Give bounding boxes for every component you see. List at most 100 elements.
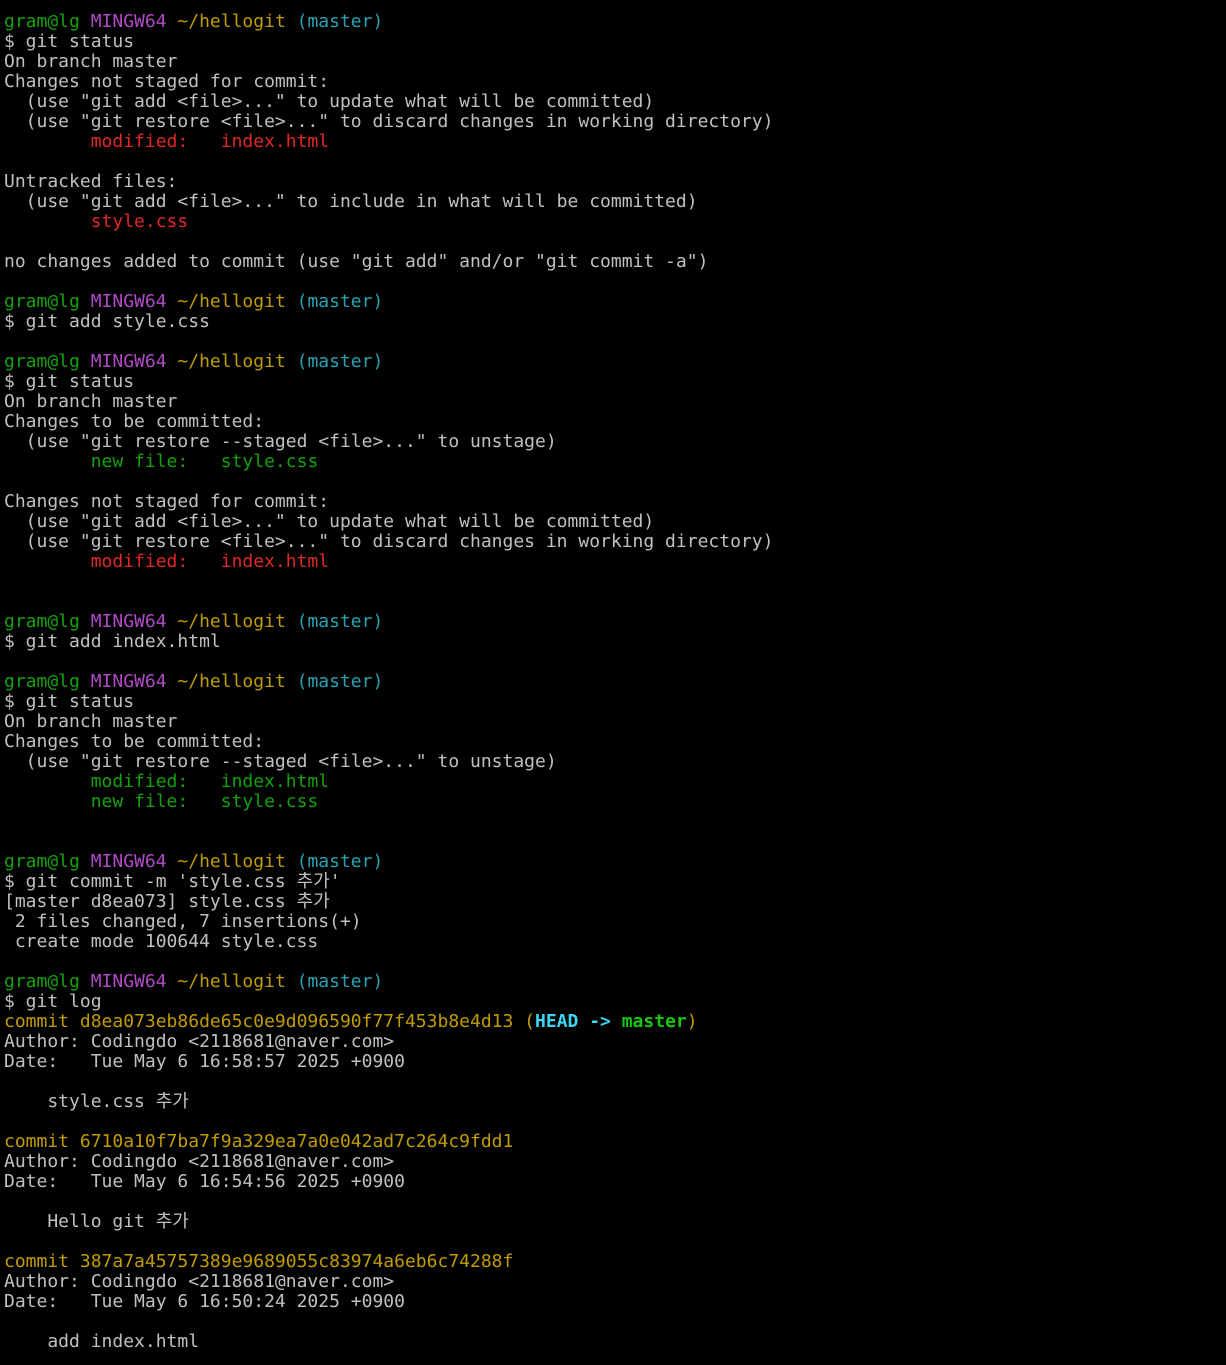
terminal-line: $ git status	[4, 692, 1226, 712]
terminal-line: 2 files changed, 7 insertions(+)	[4, 912, 1226, 932]
terminal-text-segment: (use "git add <file>..." to update what …	[4, 512, 655, 532]
terminal-line: $ git log	[4, 992, 1226, 1012]
terminal-text-segment: (master)	[296, 972, 384, 992]
terminal-text-segment: (use "git restore --staged <file>..." to…	[4, 752, 557, 772]
terminal-text-segment: master	[621, 1012, 687, 1032]
terminal-line: (use "git restore --staged <file>..." to…	[4, 432, 1226, 452]
terminal-line: commit 387a7a45757389e9689055c83974a6eb6…	[4, 1252, 1226, 1272]
terminal-line: style.css	[4, 212, 1226, 232]
terminal-text-segment: On branch master	[4, 392, 178, 412]
terminal-text-segment: Changes to be committed:	[4, 412, 265, 432]
terminal-line: Changes not staged for commit:	[4, 492, 1226, 512]
terminal-line: Date: Tue May 6 16:58:57 2025 +0900	[4, 1052, 1226, 1072]
terminal-line: Author: Codingdo <2118681@naver.com>	[4, 1272, 1226, 1292]
terminal-text-segment: Changes not staged for commit:	[4, 492, 330, 512]
terminal-text-segment: (master)	[296, 292, 384, 312]
terminal-text-segment: gram@lg	[4, 852, 91, 872]
terminal-line: Untracked files:	[4, 172, 1226, 192]
terminal-text-segment: On branch master	[4, 52, 178, 72]
terminal-text-segment: HEAD ->	[535, 1012, 622, 1032]
terminal-text-segment: On branch master	[4, 712, 178, 732]
terminal-line: gram@lg MINGW64 ~/hellogit (master)	[4, 972, 1226, 992]
terminal-line: (use "git restore <file>..." to discard …	[4, 112, 1226, 132]
terminal-text-segment: (master)	[296, 612, 384, 632]
terminal-line: no changes added to commit (use "git add…	[4, 252, 1226, 272]
terminal-text-segment: [master d8ea073] style.css 추가	[4, 892, 330, 912]
terminal-text-segment: MINGW64	[90, 672, 178, 692]
terminal-line: gram@lg MINGW64 ~/hellogit (master)	[4, 672, 1226, 692]
terminal-text-segment: ~/hellogit	[177, 352, 297, 372]
terminal-text-segment: (master)	[296, 352, 384, 372]
terminal-line: new file: style.css	[4, 792, 1226, 812]
terminal-text-segment: Hello git 추가	[4, 1212, 189, 1232]
terminal-text-segment: style.css	[90, 212, 189, 232]
terminal-window[interactable]: gram@lg MINGW64 ~/hellogit (master) $ git…	[0, 0, 1226, 1365]
terminal-text-segment: Untracked files:	[4, 172, 178, 192]
terminal-text-segment: Date: Tue May 6 16:50:24 2025 +0900	[4, 1292, 405, 1312]
terminal-text-segment: gram@lg	[4, 12, 91, 32]
terminal-text-segment: 2 files changed, 7 insertions(+)	[4, 912, 362, 932]
terminal-text-segment: MINGW64	[90, 852, 178, 872]
terminal-line: gram@lg MINGW64 ~/hellogit (master)	[4, 12, 1226, 32]
terminal-line: create mode 100644 style.css	[4, 932, 1226, 952]
terminal-text-segment: (master)	[296, 12, 384, 32]
terminal-text-segment: gram@lg	[4, 972, 91, 992]
terminal-text-segment: $ git status	[4, 32, 135, 52]
terminal-text-segment: ~/hellogit	[177, 292, 297, 312]
terminal-text-segment: modified: index.html	[90, 132, 330, 152]
terminal-text-segment: Author: Codingdo <2118681@naver.com>	[4, 1272, 395, 1292]
terminal-line: $ git status	[4, 372, 1226, 392]
terminal-line: On branch master	[4, 712, 1226, 732]
terminal-text-segment: modified: index.html	[90, 552, 330, 572]
terminal-line: (use "git add <file>..." to include in w…	[4, 192, 1226, 212]
terminal-text-segment: new file: style.css	[90, 452, 319, 472]
terminal-text-segment: (use "git add <file>..." to include in w…	[4, 192, 698, 212]
terminal-text-segment: gram@lg	[4, 352, 91, 372]
terminal-line: modified: index.html	[4, 772, 1226, 792]
terminal-text-segment: MINGW64	[90, 292, 178, 312]
terminal-line: $ git status	[4, 32, 1226, 52]
terminal-line: style.css 추가	[4, 1092, 1226, 1112]
terminal-text-segment: ~/hellogit	[177, 852, 297, 872]
terminal-line: commit d8ea073eb86de65c0e9d096590f77f453…	[4, 1012, 1226, 1032]
terminal-text-segment: MINGW64	[90, 352, 178, 372]
terminal-line: modified: index.html	[4, 552, 1226, 572]
terminal-line: gram@lg MINGW64 ~/hellogit (master)	[4, 292, 1226, 312]
terminal-text-segment: commit 387a7a45757389e9689055c83974a6eb6…	[4, 1252, 514, 1272]
terminal-text-segment: gram@lg	[4, 672, 91, 692]
terminal-line: $ git add style.css	[4, 312, 1226, 332]
terminal-text-segment: Date: Tue May 6 16:54:56 2025 +0900	[4, 1172, 405, 1192]
terminal-text-segment: ~/hellogit	[177, 612, 297, 632]
terminal-text-segment: $ git commit -m 'style.css 추가'	[4, 872, 341, 892]
terminal-text-segment: (master)	[296, 672, 384, 692]
terminal-text-segment: MINGW64	[90, 972, 178, 992]
terminal-line: Date: Tue May 6 16:54:56 2025 +0900	[4, 1172, 1226, 1192]
terminal-line: Changes to be committed:	[4, 412, 1226, 432]
terminal-text-segment: commit d8ea073eb86de65c0e9d096590f77f453…	[4, 1012, 525, 1032]
terminal-line: Changes to be committed:	[4, 732, 1226, 752]
terminal-line: On branch master	[4, 392, 1226, 412]
terminal-text-segment: commit 6710a10f7ba7f9a329ea7a0e042ad7c26…	[4, 1132, 514, 1152]
terminal-text-segment: Date: Tue May 6 16:58:57 2025 +0900	[4, 1052, 405, 1072]
terminal-text-segment: (use "git restore --staged <file>..." to…	[4, 432, 557, 452]
terminal-text-segment: $ git add style.css	[4, 312, 210, 332]
terminal-text-segment: gram@lg	[4, 612, 91, 632]
terminal-text-segment: (use "git restore <file>..." to discard …	[4, 112, 774, 132]
